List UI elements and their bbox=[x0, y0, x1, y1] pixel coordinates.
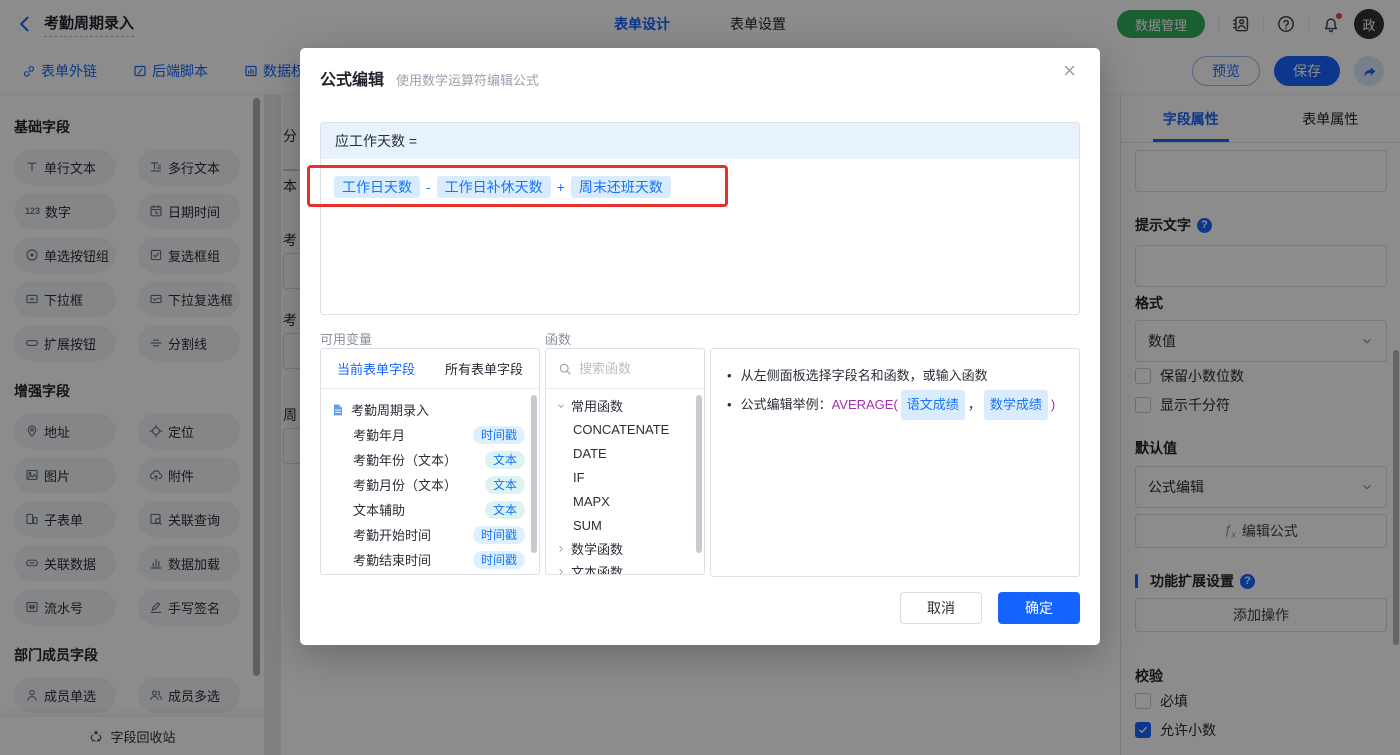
function-item[interactable]: MAPX bbox=[546, 489, 704, 513]
function-search bbox=[546, 349, 704, 389]
variable-field-row[interactable]: 考勤开始时间 时间戳 bbox=[321, 522, 539, 547]
variable-type-badge: 文本 bbox=[484, 450, 525, 469]
variable-type-badge: 时间戳 bbox=[472, 425, 525, 444]
tab-all-form-fields[interactable]: 所有表单字段 bbox=[445, 359, 523, 378]
doc-icon bbox=[331, 403, 345, 417]
form-designer-app: 考勤周期录入 表单设计 表单设置 数据管理 政 表单外链 后端脚本 数据权 预览… bbox=[0, 0, 1400, 755]
modal-subtitle: 使用数学运算符编辑公式 bbox=[396, 73, 540, 88]
functions-label: 函数 bbox=[545, 332, 572, 347]
help-line-1: • 从左侧面板选择字段名和函数，或输入函数 bbox=[727, 362, 1063, 390]
chevron-right-icon bbox=[556, 544, 566, 554]
help-fn-close: ) bbox=[1050, 397, 1056, 412]
function-item[interactable]: CONCATENATE bbox=[546, 417, 704, 441]
variable-field-row[interactable]: 文本辅助 文本 bbox=[321, 497, 539, 522]
bullet: • bbox=[727, 397, 732, 412]
help-line-2: • 公式编辑举例： AVERAGE( 语文成绩 ， 数学成绩 ) bbox=[727, 390, 1063, 420]
function-search-input[interactable] bbox=[579, 361, 692, 376]
function-group-expanded[interactable]: 常用函数 bbox=[546, 394, 704, 417]
function-group-label: 文本函数 bbox=[571, 565, 624, 575]
bullet: • bbox=[727, 368, 732, 383]
formula-editor-box: 应工作天数 = 工作日天数 - 工作日补休天数 + 周末还班天数 bbox=[320, 122, 1080, 315]
search-icon bbox=[558, 362, 572, 376]
variables-tabs: 当前表单字段 所有表单字段 bbox=[321, 349, 539, 389]
function-item[interactable]: SUM bbox=[546, 513, 704, 537]
modal-title: 公式编辑 bbox=[320, 72, 385, 89]
tab-current-form-fields[interactable]: 当前表单字段 bbox=[337, 359, 415, 378]
function-group-collapsed[interactable]: 数学函数 bbox=[546, 537, 704, 560]
variable-field-row[interactable]: 考勤年月 时间戳 bbox=[321, 422, 539, 447]
formula-editor-modal: 公式编辑 使用数学运算符编辑公式 × 应工作天数 = 工作日天数 - 工作日补休天数… bbox=[300, 48, 1100, 645]
variable-root-label: 考勤周期录入 bbox=[351, 403, 430, 418]
formula-operator: - bbox=[426, 179, 431, 195]
variable-field-name: 考勤开始时间 bbox=[353, 528, 432, 543]
cancel-button[interactable]: 取消 bbox=[900, 592, 982, 624]
variable-type-badge: 文本 bbox=[484, 500, 525, 519]
variable-field-name: 考勤年份（文本） bbox=[353, 453, 458, 468]
variables-label: 可用变量 bbox=[320, 332, 373, 347]
variables-scrollbar[interactable] bbox=[531, 395, 537, 553]
function-group-label: 常用函数 bbox=[571, 399, 624, 414]
help-example-prefix: 公式编辑举例： bbox=[740, 397, 832, 412]
variable-type-badge: 时间戳 bbox=[472, 550, 525, 569]
close-icon[interactable]: × bbox=[1063, 60, 1076, 82]
function-item[interactable]: DATE bbox=[546, 441, 704, 465]
functions-panel: 常用函数 CONCATENATEDATEIFMAPXSUM 数学函数文本函数 bbox=[545, 348, 705, 575]
variable-tree-root[interactable]: 考勤周期录入 bbox=[321, 397, 539, 422]
chevron-right-icon bbox=[556, 567, 566, 574]
formula-input-area[interactable]: 工作日天数 - 工作日补休天数 + 周末还班天数 bbox=[321, 159, 1079, 215]
formula-operator: + bbox=[556, 179, 565, 195]
variable-field-name: 文本辅助 bbox=[353, 503, 406, 518]
formula-help-panel: • 从左侧面板选择字段名和函数，或输入函数 • 公式编辑举例： AVERAGE(… bbox=[710, 348, 1080, 577]
variable-field-name: 考勤结束时间 bbox=[353, 553, 432, 568]
help-line-1-text: 从左侧面板选择字段名和函数，或输入函数 bbox=[740, 368, 988, 383]
variables-panel: 当前表单字段 所有表单字段 考勤周期录入 考勤年月 时间戳 考勤年份（文本） 文本 考勤月… bbox=[320, 348, 540, 575]
formula-target: 应工作天数 = bbox=[321, 123, 1079, 159]
variable-field-row[interactable]: 考勤结束时间 时间戳 bbox=[321, 547, 539, 572]
function-group-collapsed[interactable]: 文本函数 bbox=[546, 560, 704, 575]
variable-field-name: 考勤年月 bbox=[353, 428, 406, 443]
functions-scrollbar[interactable] bbox=[696, 395, 702, 553]
variable-type-badge: 文本 bbox=[484, 475, 525, 494]
modal-header: 公式编辑 使用数学运算符编辑公式 bbox=[320, 66, 539, 90]
variable-field-name: 考勤月份（文本） bbox=[353, 478, 458, 493]
confirm-button[interactable]: 确定 bbox=[998, 592, 1080, 624]
variable-field-row[interactable]: 考勤月份（文本） 文本 bbox=[321, 472, 539, 497]
function-group-label: 数学函数 bbox=[571, 542, 624, 557]
help-comma: ， bbox=[967, 397, 981, 412]
function-item[interactable]: IF bbox=[546, 465, 704, 489]
help-fn-open: AVERAGE( bbox=[831, 397, 898, 412]
formula-field-token[interactable]: 周末还班天数 bbox=[570, 176, 671, 198]
variable-field-row[interactable]: 考勤年份（文本） 文本 bbox=[321, 447, 539, 472]
variable-type-badge: 时间戳 bbox=[472, 525, 525, 544]
modal-footer: 取消 确定 bbox=[900, 592, 1080, 624]
help-arg2-chip: 数学成绩 bbox=[983, 390, 1048, 420]
formula-field-token[interactable]: 工作日天数 bbox=[334, 176, 420, 198]
chevron-down-icon bbox=[556, 401, 566, 411]
formula-field-token[interactable]: 工作日补休天数 bbox=[436, 176, 551, 198]
help-arg1-chip: 语文成绩 bbox=[900, 390, 965, 420]
